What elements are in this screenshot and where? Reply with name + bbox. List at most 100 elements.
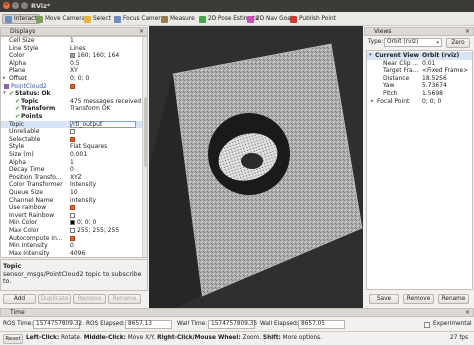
- color-swatch[interactable]: [70, 53, 75, 59]
- collapse-arrow-icon[interactable]: ▸: [371, 98, 374, 106]
- display-property-row[interactable]: ▸ Offset 0; 0; 0: [1, 75, 147, 83]
- view-property-row[interactable]: Near Clip ... 0.01: [367, 60, 472, 68]
- property-value[interactable]: /rtl_output: [70, 120, 136, 129]
- display-property-row[interactable]: Cell Size 1: [1, 37, 147, 45]
- property-value[interactable]: Transform OK: [70, 105, 110, 113]
- rename-display-button[interactable]: Rename: [108, 294, 141, 304]
- checkbox-checked-icon[interactable]: [70, 136, 75, 142]
- display-property-row[interactable]: Plane XY: [1, 67, 147, 75]
- display-property-row[interactable]: Selectable: [1, 136, 147, 144]
- display-property-row[interactable]: ▾ PointCloud2: [1, 83, 147, 91]
- display-property-row[interactable]: Channel Name intensity: [1, 197, 147, 205]
- ros-elapsed-field[interactable]: 8657.13: [125, 320, 172, 329]
- panel-close-icon[interactable]: ×: [465, 28, 470, 36]
- property-value[interactable]: [70, 128, 77, 136]
- property-value[interactable]: intensity: [70, 197, 96, 205]
- display-property-row[interactable]: Invert Rainbow: [1, 212, 147, 220]
- property-value[interactable]: 1: [70, 159, 74, 167]
- display-property-row[interactable]: Autocompute In...: [1, 235, 147, 243]
- property-value[interactable]: [70, 136, 76, 144]
- display-property-row[interactable]: ▾ ✔ Status: Ok: [1, 90, 147, 98]
- property-value[interactable]: XY: [70, 67, 78, 75]
- duplicate-display-button[interactable]: Duplicate: [38, 294, 71, 304]
- close-icon[interactable]: ✕: [3, 2, 10, 9]
- property-value[interactable]: 0: [70, 166, 74, 174]
- tool-nav-goal-button[interactable]: 2D Nav Goal: [245, 14, 294, 24]
- view-property-row[interactable]: Distance 18.5256: [367, 75, 472, 83]
- ros-time-field[interactable]: 1574757809.32: [33, 320, 82, 329]
- displays-scrollbar[interactable]: [142, 37, 147, 257]
- panel-close-icon[interactable]: ×: [139, 28, 144, 36]
- maximize-icon[interactable]: □: [21, 2, 28, 9]
- display-property-row[interactable]: Queue Size 10: [1, 189, 147, 197]
- minimize-icon[interactable]: –: [12, 2, 19, 9]
- display-property-row[interactable]: Position Transfo... XYZ: [1, 174, 147, 182]
- view-property-row[interactable]: ▸ Focal Point 0; 0; 0: [367, 98, 472, 106]
- display-property-row[interactable]: Decay Time 0: [1, 166, 147, 174]
- checkbox-checked-icon[interactable]: [70, 235, 75, 241]
- property-value[interactable]: 1: [70, 37, 74, 45]
- zero-view-button[interactable]: Zero: [446, 38, 470, 48]
- display-property-row[interactable]: ✔ Topic 475 messages received: [1, 98, 147, 106]
- display-property-row[interactable]: Size (m) 0.001: [1, 151, 147, 159]
- property-value[interactable]: 160; 160; 164: [70, 52, 119, 60]
- property-value[interactable]: [70, 235, 76, 243]
- display-property-row[interactable]: Color 160; 160; 164: [1, 52, 147, 60]
- view-property-value[interactable]: 0.01: [422, 60, 435, 68]
- display-property-row[interactable]: ✔ Points: [1, 113, 147, 121]
- view-type-select[interactable]: Orbit (rviz) ▾: [384, 38, 442, 47]
- property-value[interactable]: [70, 204, 76, 212]
- property-value[interactable]: Intensity: [70, 181, 96, 189]
- display-property-row[interactable]: Min Color 0; 0; 0: [1, 219, 147, 227]
- wall-time-field[interactable]: 1574757809.35: [208, 320, 257, 329]
- expand-arrow-icon[interactable]: ▾: [369, 52, 372, 60]
- display-property-row[interactable]: Topic/rtl_output: [1, 120, 147, 129]
- property-value[interactable]: 0: [70, 242, 74, 250]
- tool-publish-point-button[interactable]: Publish Point: [288, 14, 338, 24]
- property-value[interactable]: [70, 212, 77, 220]
- checkbox-unchecked-icon[interactable]: [70, 212, 75, 218]
- property-value[interactable]: [70, 83, 76, 91]
- display-property-row[interactable]: Max Color 255; 255; 255: [1, 227, 147, 235]
- view-property-value[interactable]: 18.5256: [422, 75, 447, 83]
- view-property-row[interactable]: ▾ Current View Orbit (rviz): [367, 52, 472, 60]
- save-view-button[interactable]: Save: [369, 294, 399, 304]
- display-property-row[interactable]: Unreliable: [1, 128, 147, 136]
- expand-arrow-icon[interactable]: ▾: [3, 90, 6, 98]
- display-property-row[interactable]: Alpha 1: [1, 159, 147, 167]
- wall-elapsed-field[interactable]: 8657.05: [298, 320, 345, 329]
- experimental-checkbox[interactable]: [424, 322, 430, 328]
- property-value[interactable]: 475 messages received: [70, 98, 141, 106]
- checkbox-unchecked-icon[interactable]: [70, 129, 75, 135]
- display-property-row[interactable]: Min Intensity 0: [1, 242, 147, 250]
- remove-display-button[interactable]: Remove: [73, 294, 106, 304]
- remove-view-button[interactable]: Remove: [403, 294, 434, 304]
- collapse-arrow-icon[interactable]: ▸: [3, 75, 6, 83]
- scrollbar-thumb[interactable]: [144, 97, 147, 167]
- view-property-value[interactable]: 0; 0; 0: [422, 98, 441, 106]
- panel-close-icon[interactable]: ×: [465, 309, 470, 317]
- property-value[interactable]: 0.5: [70, 60, 80, 68]
- view-property-value[interactable]: 5.73674: [422, 82, 447, 90]
- display-property-row[interactable]: Max Intensity 4096: [1, 250, 147, 257]
- tool-select-button[interactable]: Select: [82, 14, 113, 24]
- property-value[interactable]: 10: [70, 189, 78, 197]
- view-property-value[interactable]: Orbit (rviz): [422, 52, 459, 60]
- property-value[interactable]: XYZ: [70, 174, 82, 182]
- property-value[interactable]: 4096: [70, 250, 85, 257]
- view-property-row[interactable]: Target Fra... <Fixed Frame>: [367, 67, 472, 75]
- add-display-button[interactable]: Add: [3, 294, 36, 304]
- property-value[interactable]: Flat Squares: [70, 143, 107, 151]
- rename-view-button[interactable]: Rename: [438, 294, 469, 304]
- displays-tree[interactable]: Max Intensity 4096 Min Intensity 0 Autocompu…: [0, 36, 148, 258]
- display-property-row[interactable]: Color Transformer Intensity: [1, 181, 147, 189]
- checkbox-checked-icon[interactable]: [70, 205, 75, 211]
- view-property-row[interactable]: Yaw 5.73674: [367, 82, 472, 90]
- display-property-row[interactable]: Use rainbow: [1, 204, 147, 212]
- property-value[interactable]: Lines: [70, 45, 86, 53]
- reset-button[interactable]: Reset: [3, 334, 23, 344]
- property-value[interactable]: 0; 0; 0: [70, 75, 89, 83]
- display-property-row[interactable]: Alpha 0.5: [1, 60, 147, 68]
- view-property-value[interactable]: 1.5698: [422, 90, 443, 98]
- 3d-viewport[interactable]: [149, 26, 363, 314]
